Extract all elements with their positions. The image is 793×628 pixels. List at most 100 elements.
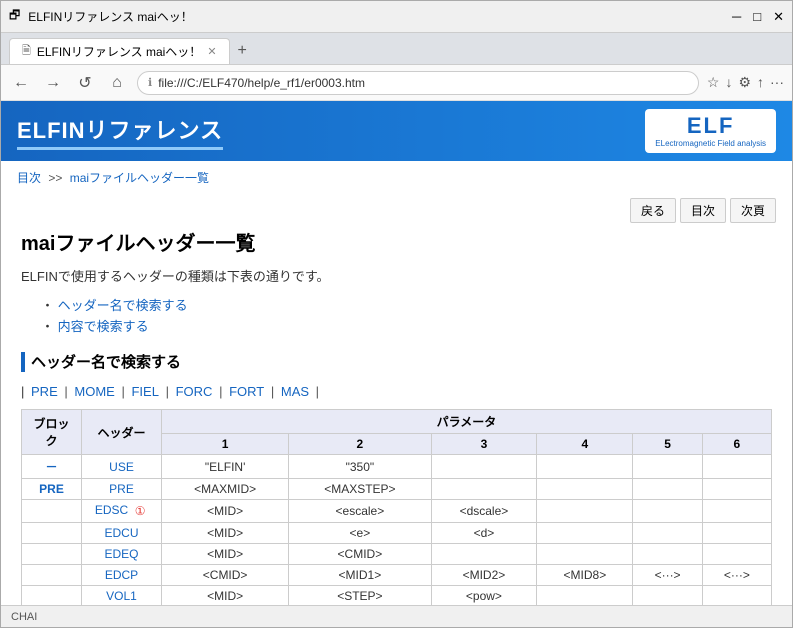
table-cell-param: <MAXSTEP> [289, 479, 431, 500]
section-bar-icon [21, 352, 25, 372]
toc-btn[interactable]: 目次 [680, 198, 726, 223]
search-by-name-link[interactable]: ヘッダー名で検索する [58, 298, 188, 313]
table-cell-param: <MID> [162, 544, 289, 565]
home-btn[interactable]: ⌂ [105, 71, 129, 95]
quick-links: ヘッダー名で検索する 内容で検索する [41, 295, 772, 335]
next-page-btn[interactable]: 次頁 [730, 198, 776, 223]
table-cell-param: <MID2> [431, 565, 537, 586]
quick-link-item: ヘッダー名で検索する [41, 295, 772, 314]
filter-sep: | [21, 384, 24, 399]
table-cell-param: <d> [431, 523, 537, 544]
table-cell-param [633, 544, 702, 565]
table-cell-param: "ELFIN' [162, 455, 289, 479]
extension-icon[interactable]: ⚙ [738, 74, 751, 91]
breadcrumb: 目次 >> maiファイルヘッダー一覧 [1, 161, 792, 194]
address-bar[interactable]: ℹ file:///C:/ELF470/help/e_rf1/er0003.ht… [137, 71, 699, 95]
nav-button-row: 戻る 目次 次頁 [1, 194, 792, 227]
table-cell-header[interactable]: EDEQ [82, 544, 162, 565]
filter-mas[interactable]: MAS [281, 384, 309, 399]
browser-nav-icons: ☆ ↓ ⚙ ↑ ··· [707, 74, 784, 91]
table-cell-param: <···> [702, 565, 771, 586]
breadcrumb-home[interactable]: 目次 [17, 171, 41, 185]
bookmark-icon[interactable]: ☆ [707, 74, 720, 91]
filter-fort[interactable]: FORT [229, 384, 264, 399]
refresh-btn[interactable]: ↺ [73, 71, 97, 95]
table-cell-param: <dscale> [431, 500, 537, 523]
search-by-content-link[interactable]: 内容で検索する [58, 319, 149, 334]
table-cell-param [633, 455, 702, 479]
table-cell-param: <e> [289, 523, 431, 544]
back-page-btn[interactable]: 戻る [630, 198, 676, 223]
table-cell-param [702, 544, 771, 565]
table-cell-param [537, 455, 633, 479]
table-cell-header[interactable]: PRE [82, 479, 162, 500]
table-cell-header[interactable]: USE [82, 455, 162, 479]
table-cell-param [537, 500, 633, 523]
table-cell-param: <MID1> [289, 565, 431, 586]
table-cell-param [431, 455, 537, 479]
table-cell-param: <MID> [162, 523, 289, 544]
new-tab-btn[interactable]: + [230, 38, 255, 64]
table-cell-param [702, 500, 771, 523]
status-bar: CHAI [1, 605, 792, 627]
table-cell-param: <escale> [289, 500, 431, 523]
table-cell-header[interactable]: EDSC① [82, 500, 162, 523]
param-col-1: 1 [162, 434, 289, 455]
forward-btn[interactable]: → [41, 71, 65, 95]
menu-icon[interactable]: ··· [770, 74, 784, 91]
tab-favicon: 🗎 [22, 42, 31, 61]
maximize-btn[interactable]: □ [753, 9, 761, 25]
table-cell-param: <MID> [162, 586, 289, 606]
table-cell-header[interactable]: VOL1 [82, 586, 162, 606]
page-description: ELFINで使用するヘッダーの種類は下表の通りです。 [21, 266, 772, 285]
lock-icon: ℹ [148, 76, 152, 89]
table-cell-param [431, 479, 537, 500]
col-header-header: ヘッダー [82, 410, 162, 455]
title-bar-icons: 🗗 [9, 6, 20, 27]
table-cell-param [633, 479, 702, 500]
table-cell-param [431, 544, 537, 565]
param-col-5: 5 [633, 434, 702, 455]
table-cell-param [537, 479, 633, 500]
table-cell-param [702, 586, 771, 606]
table-cell-param: <MID8> [537, 565, 633, 586]
minimize-btn[interactable]: ─ [732, 9, 741, 25]
circled-number-icon: ① [132, 503, 148, 519]
tab-close-btn[interactable]: ✕ [207, 45, 216, 58]
filter-pre[interactable]: PRE [31, 384, 58, 399]
filter-fiel[interactable]: FIEL [131, 384, 158, 399]
table-cell-param [702, 455, 771, 479]
profile-icon[interactable]: ↓ [725, 74, 732, 91]
table-cell-param [537, 523, 633, 544]
table-cell-param: <pow> [431, 586, 537, 606]
table-cell-param: <STEP> [289, 586, 431, 606]
table-cell-header[interactable]: EDCP [82, 565, 162, 586]
share-icon[interactable]: ↑ [757, 74, 764, 91]
param-group-header: パラメータ [162, 410, 772, 434]
table-cell-param [633, 586, 702, 606]
table-cell-block [22, 544, 82, 565]
table-cell-param [633, 523, 702, 544]
logo-text: ELF [687, 113, 735, 139]
table-cell-param [537, 586, 633, 606]
table-cell-block: － [22, 455, 82, 479]
page-title: maiファイルヘッダー一覧 [21, 227, 772, 256]
filter-forc[interactable]: FORC [176, 384, 213, 399]
param-col-4: 4 [537, 434, 633, 455]
browser-window: 🗗 ELFINリファレンス maiヘッ！ ─ □ ✕ 🗎 ELFINリファレンス… [0, 0, 793, 628]
active-tab[interactable]: 🗎 ELFINリファレンス maiヘッ！ ✕ [9, 38, 230, 64]
back-btn[interactable]: ← [9, 71, 33, 95]
table-cell-block: PRE [22, 479, 82, 500]
header-table: ブロック ヘッダー パラメータ 1 2 3 4 5 6 －USE"E [21, 409, 772, 605]
browser-title: ELFINリファレンス maiヘッ！ [28, 8, 192, 25]
table-cell-block [22, 565, 82, 586]
section-header: ヘッダー名で検索する [21, 351, 772, 372]
breadcrumb-current: maiファイルヘッダー一覧 [70, 171, 209, 185]
param-col-2: 2 [289, 434, 431, 455]
logo-sub: ELectromagnetic Field analysis [655, 139, 766, 149]
table-cell-header[interactable]: EDCU [82, 523, 162, 544]
filter-mome[interactable]: MOME [74, 384, 114, 399]
close-btn[interactable]: ✕ [773, 9, 784, 25]
page-content: ELFINリファレンス ELF ELectromagnetic Field an… [1, 101, 792, 605]
table-cell-param: <MAXMID> [162, 479, 289, 500]
